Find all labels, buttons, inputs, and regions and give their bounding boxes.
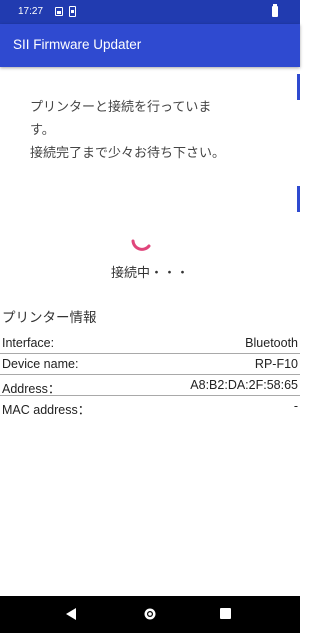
info-value: - [293,399,298,413]
info-value: A8:B2:DA:2F:58:65 [190,378,298,392]
navigation-bar [0,596,300,633]
edge-tab-top [297,74,300,100]
message-line-1: プリンターと接続を行っていま [30,100,212,115]
info-key: MAC address： [2,403,91,417]
info-row-address: Address： A8:B2:DA:2F:58:65 [0,375,300,396]
home-icon[interactable] [143,607,157,621]
info-key: Device name: [2,357,79,371]
info-row-interface: Interface: Bluetooth [0,333,300,354]
recent-apps-icon[interactable] [220,608,231,619]
image-icon [55,7,63,16]
status-time: 17:27 [18,6,44,17]
info-value: RP-F10 [254,357,298,371]
info-value: Bluetooth [245,336,298,350]
info-key: Address： [2,382,61,396]
connecting-label: 接続中・・・ [110,266,189,281]
edge-tab-bottom [297,186,300,212]
printer-info-table: Interface: Bluetooth Device name: RP-F10… [0,333,300,417]
battery-icon [272,4,278,17]
info-key: Interface: [2,336,55,350]
app-bar: SII Firmware Updater [0,24,300,67]
sim-icon [69,6,76,17]
printer-info-title: プリンター情報 [2,310,97,326]
back-icon[interactable] [66,608,76,620]
message-line-2: す。 [30,123,55,138]
info-row-device-name: Device name: RP-F10 [0,354,300,375]
info-row-mac-address: MAC address： - [0,396,300,417]
status-bar: 17:27 [0,0,300,24]
progress-spinner [131,239,151,251]
app-title: SII Firmware Updater [13,37,142,52]
message-line-3: 接続完了まで少々お待ち下さい。 [30,146,226,161]
connection-message: プリンターと接続を行っていま す。 接続完了まで少々お待ち下さい。 [30,96,270,165]
